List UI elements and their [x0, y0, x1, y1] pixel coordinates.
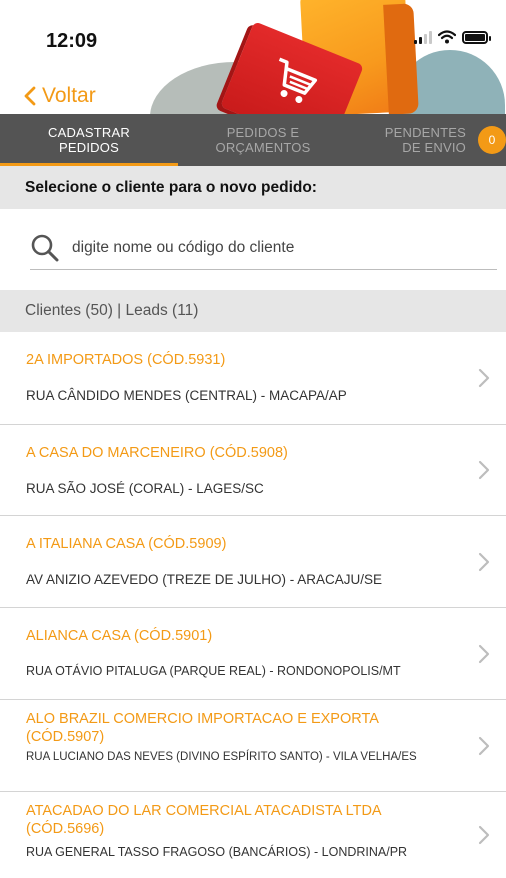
- client-address: RUA GENERAL TASSO FRAGOSO (BANCÁRIOS) - …: [26, 845, 408, 859]
- client-list: 2A IMPORTADOS (CÓD.5931) RUA CÂNDIDO MEN…: [0, 332, 506, 878]
- client-name: ALO BRAZIL COMERCIO IMPORTACAO E EXPORTA…: [26, 711, 379, 745]
- signal-icon: [414, 30, 432, 44]
- client-list-item[interactable]: A CASA DO MARCENEIRO (CÓD.5908) RUA SÃO …: [0, 425, 506, 516]
- back-label: Voltar: [42, 84, 96, 107]
- battery-icon: [462, 30, 491, 44]
- client-list-item[interactable]: ATACADAO DO LAR COMERCIAL ATACADISTA LTD…: [0, 792, 506, 878]
- client-lead-counts: Clientes (50) | Leads (11): [0, 290, 506, 332]
- client-address: RUA OTÁVIO PITALUGA (PARQUE REAL) - ROND…: [26, 664, 401, 678]
- chevron-right-icon: [478, 644, 490, 663]
- header-banner: 12:09 Voltar: [0, 0, 506, 114]
- tab-label-line2: ORÇAMENTOS: [215, 140, 311, 155]
- decorative-phone-side: [383, 3, 419, 114]
- client-name: A CASA DO MARCENEIRO (CÓD.5908): [26, 445, 288, 461]
- status-time: 12:09: [46, 30, 98, 52]
- section-title: Selecione o cliente para o novo pedido:: [0, 166, 506, 209]
- chevron-right-icon: [478, 736, 490, 755]
- client-name: ATACADAO DO LAR COMERCIAL ATACADISTA LTD…: [26, 803, 381, 837]
- client-name: A ITALIANA CASA (CÓD.5909): [26, 536, 227, 552]
- client-list-item[interactable]: A ITALIANA CASA (CÓD.5909) AV ANIZIO AZE…: [0, 516, 506, 608]
- client-address: RUA CÂNDIDO MENDES (CENTRAL) - MACAPA/AP: [26, 388, 347, 403]
- tab-label-line1: PENDENTES: [384, 125, 466, 140]
- client-list-item[interactable]: ALO BRAZIL COMERCIO IMPORTACAO E EXPORTA…: [0, 700, 506, 792]
- chevron-right-icon: [478, 825, 490, 845]
- back-button[interactable]: Voltar: [24, 84, 96, 108]
- chevron-right-icon: [478, 368, 490, 388]
- search-icon: [31, 234, 59, 261]
- tab-pendentes-envio[interactable]: PENDENTES DE ENVIO 0: [348, 114, 506, 166]
- pending-count-badge: 0: [478, 126, 506, 154]
- tab-label-line2: PEDIDOS: [59, 140, 119, 155]
- tab-pedidos-orcamentos[interactable]: PEDIDOS E ORÇAMENTOS: [178, 114, 348, 166]
- client-list-item[interactable]: 2A IMPORTADOS (CÓD.5931) RUA CÂNDIDO MEN…: [0, 332, 506, 425]
- chevron-right-icon: [478, 460, 490, 480]
- chevron-right-icon: [478, 552, 490, 571]
- tab-cadastrar-pedidos[interactable]: CADASTRAR PEDIDOS: [0, 114, 178, 166]
- wifi-icon: [438, 30, 456, 44]
- status-icons: [414, 30, 491, 44]
- tab-label-line1: PEDIDOS E: [226, 125, 300, 140]
- client-search: [30, 226, 497, 270]
- client-address: RUA LUCIANO DAS NEVES (DIVINO ESPÍRITO S…: [26, 751, 417, 763]
- client-name: ALIANCA CASA (CÓD.5901): [26, 628, 213, 644]
- tab-label-line2: DE ENVIO: [402, 140, 466, 155]
- search-input[interactable]: [72, 238, 472, 257]
- tab-bar: CADASTRAR PEDIDOS PEDIDOS E ORÇAMENTOS P…: [0, 114, 506, 166]
- tab-label-line1: CADASTRAR: [48, 125, 130, 140]
- client-address: AV ANIZIO AZEVEDO (TREZE DE JULHO) - ARA…: [26, 572, 383, 587]
- client-name: 2A IMPORTADOS (CÓD.5931): [26, 352, 226, 368]
- client-list-item[interactable]: ALIANCA CASA (CÓD.5901) RUA OTÁVIO PITAL…: [0, 608, 506, 700]
- client-address: RUA SÃO JOSÉ (CORAL) - LAGES/SC: [26, 481, 264, 496]
- chevron-left-icon: [24, 86, 36, 106]
